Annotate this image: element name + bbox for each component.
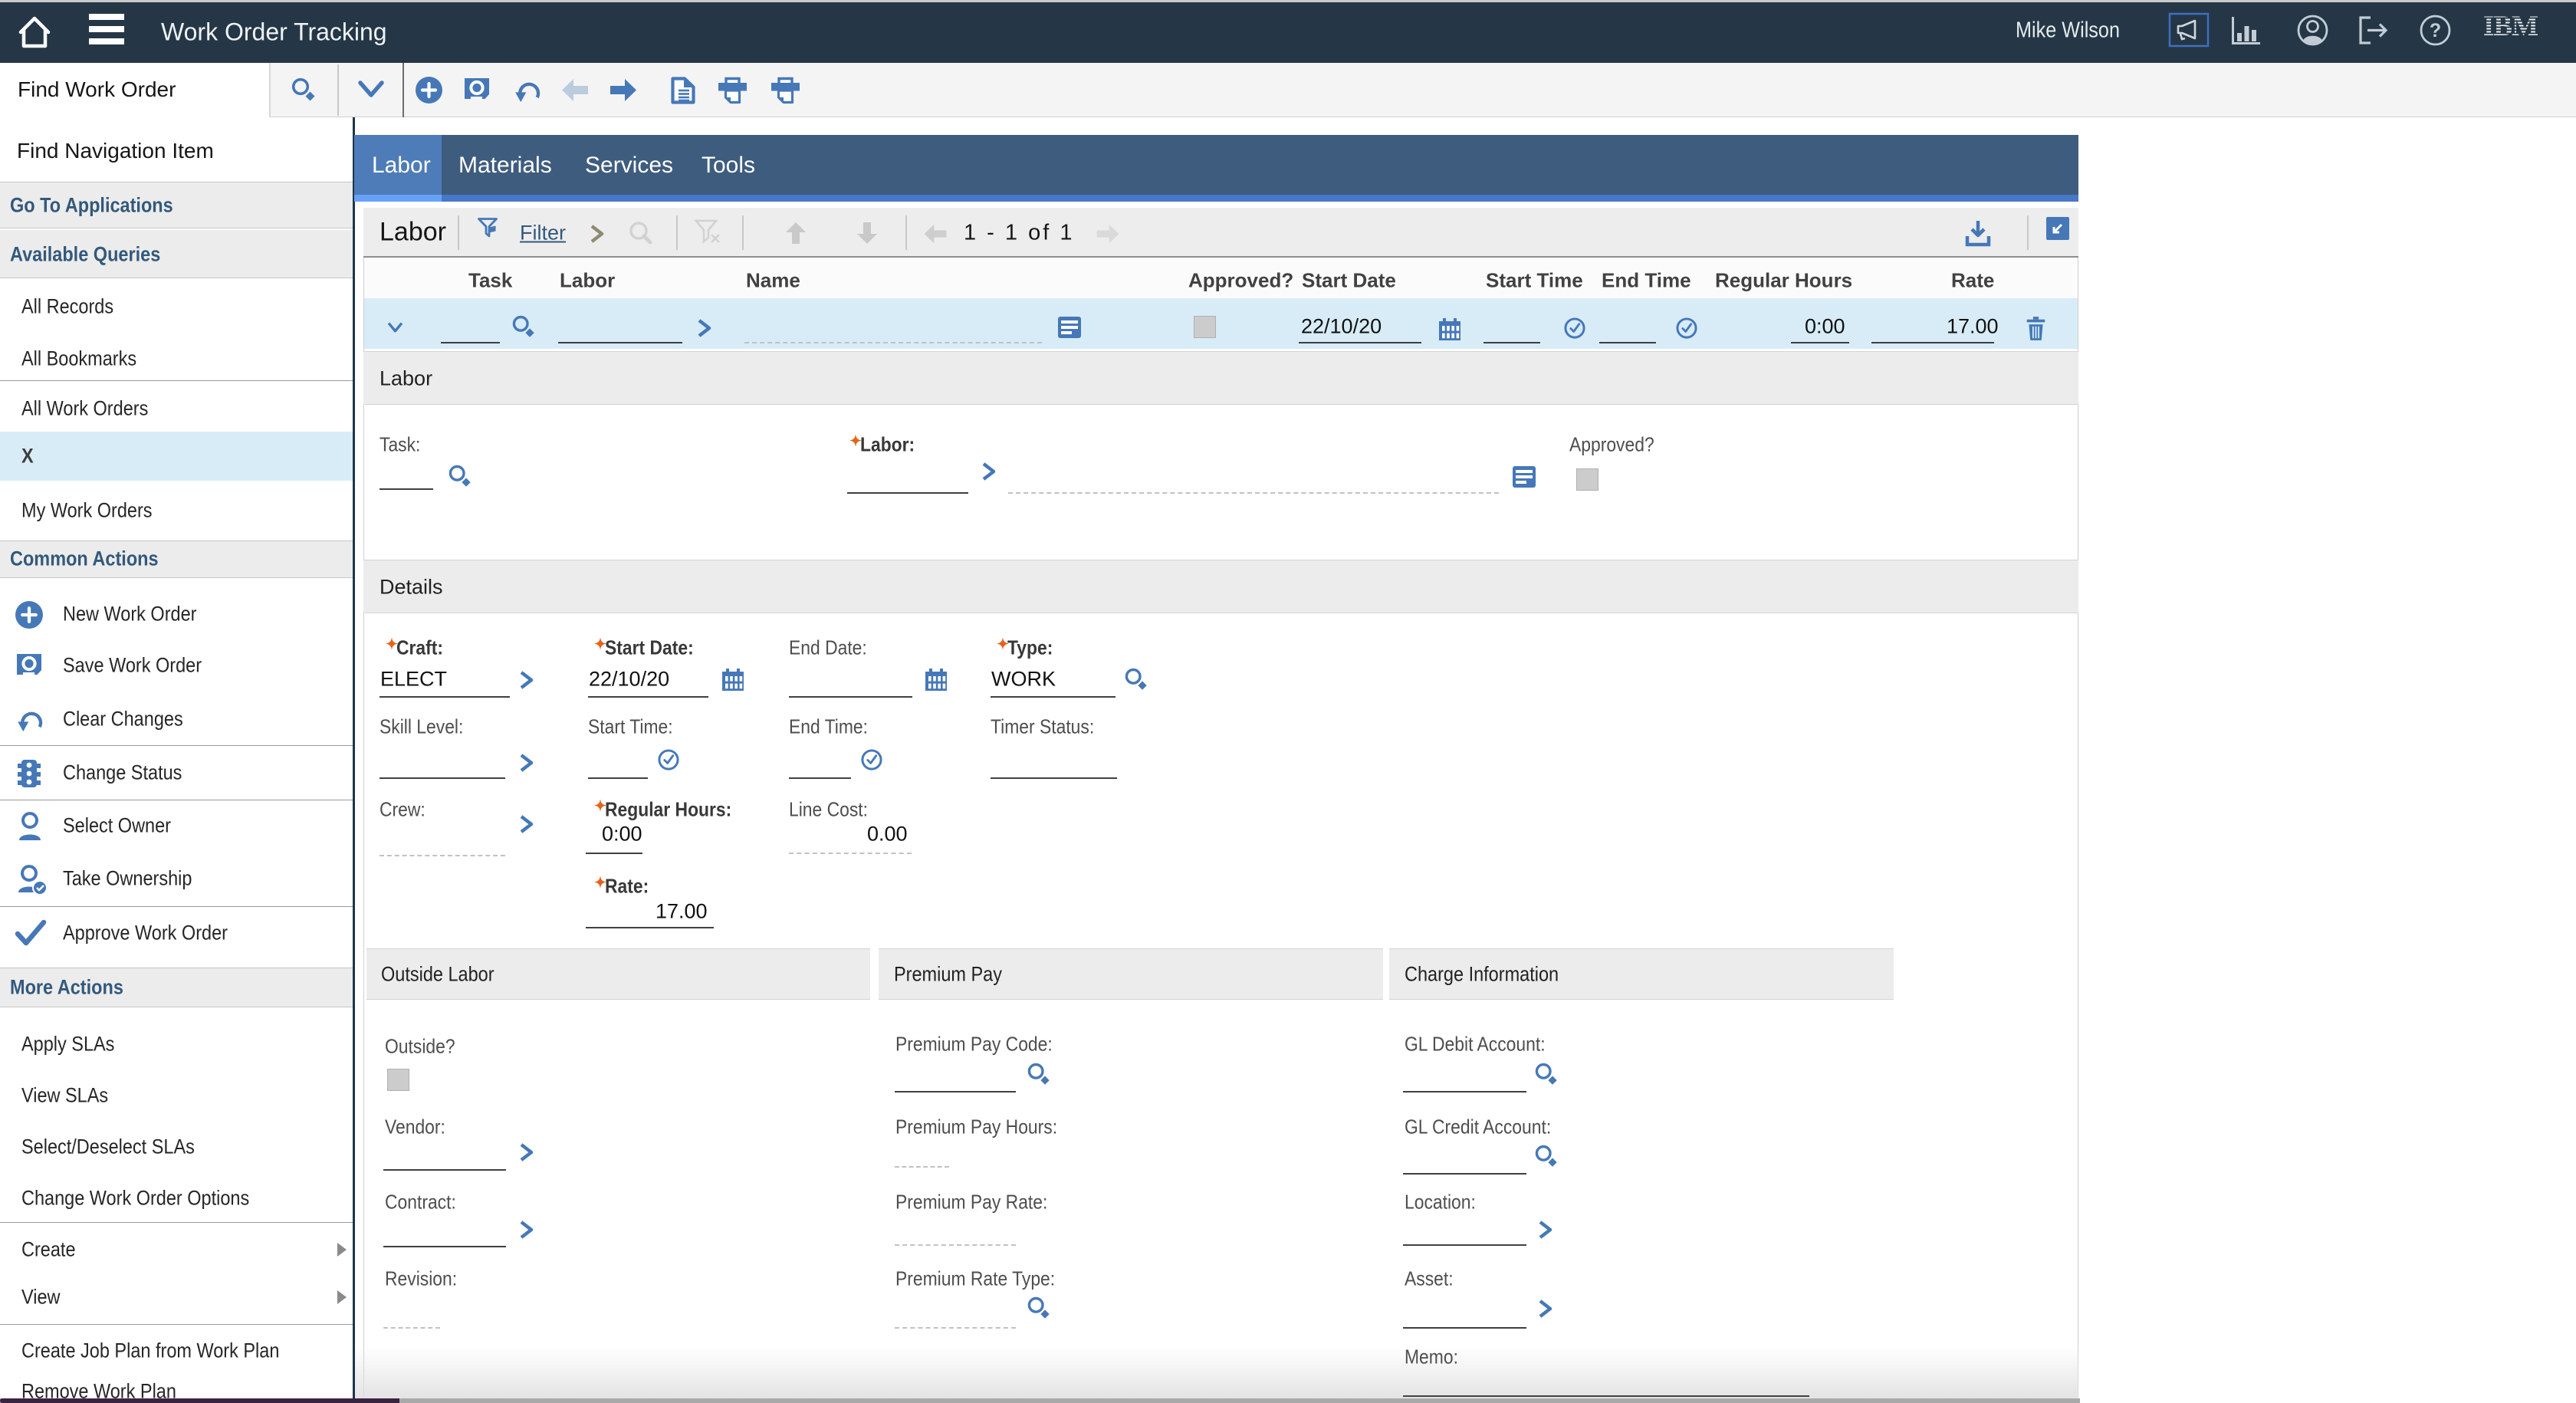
svg-text:?: ? <box>2430 20 2441 41</box>
